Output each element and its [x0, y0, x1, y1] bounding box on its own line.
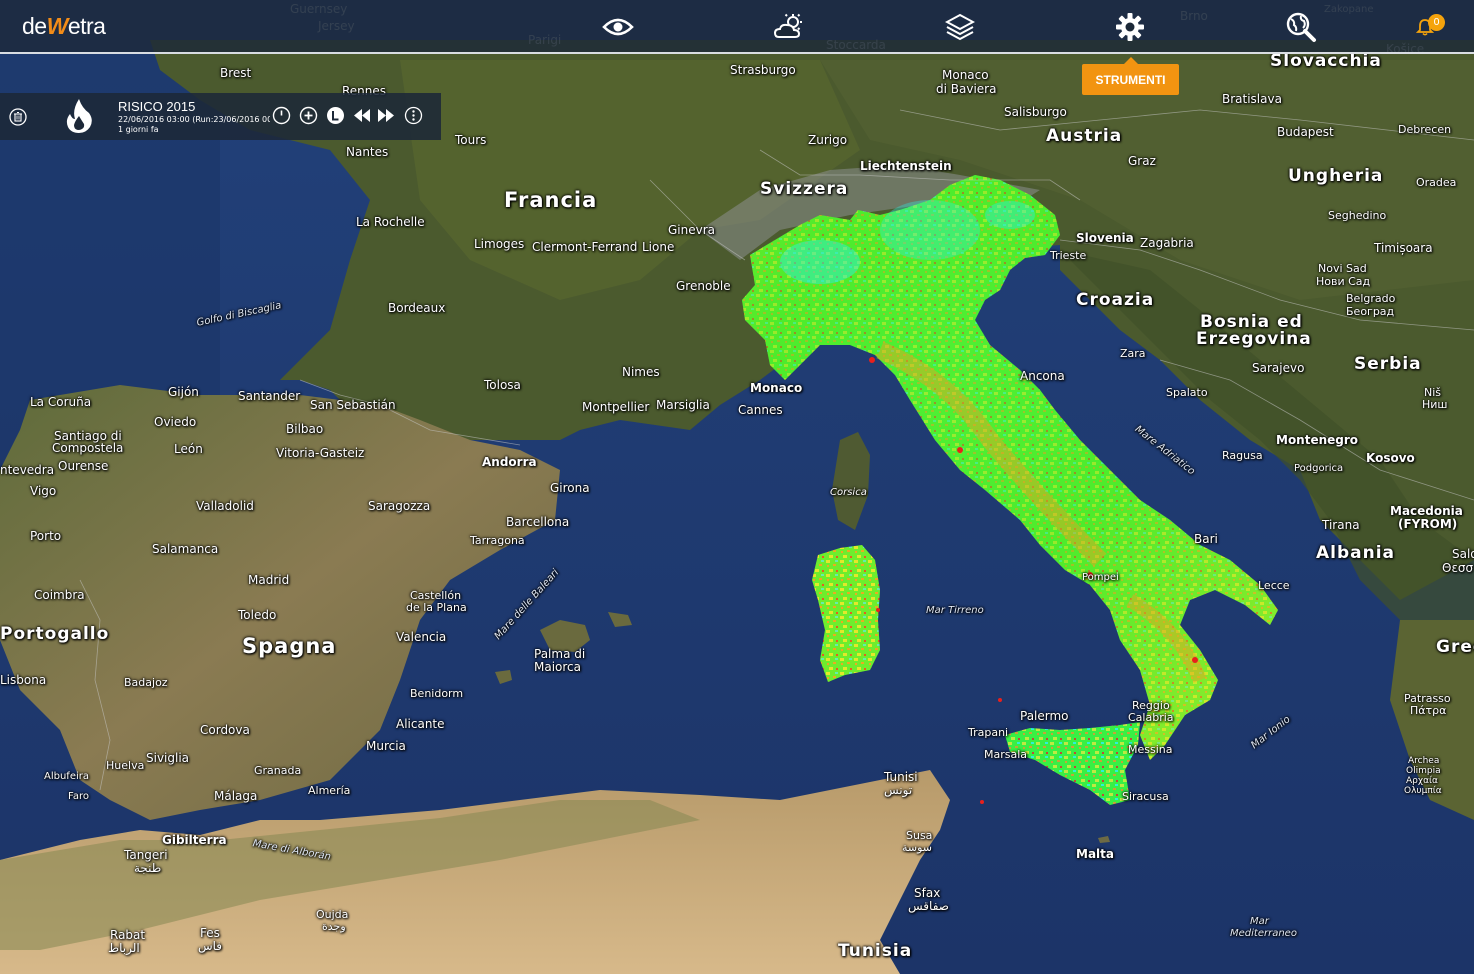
logo-w: W: [46, 13, 69, 39]
weather-cloud-sun-icon: [773, 13, 802, 38]
notification-count-badge: 0: [1428, 14, 1445, 31]
tools-button[interactable]: [1112, 9, 1148, 45]
logo-prefix: de: [22, 13, 47, 39]
tools-tooltip: STRUMENTI: [1082, 57, 1179, 95]
dewetra-logo[interactable]: deWetra: [22, 13, 106, 40]
map-canvas[interactable]: Guernsey Jersey Parigi Stoccarda Brno Za…: [0, 0, 1474, 974]
layers-button[interactable]: [942, 9, 978, 45]
eye-icon: [602, 18, 634, 36]
more-options-icon[interactable]: [404, 106, 423, 125]
satellite-basemap: [0, 0, 1474, 974]
trash-icon[interactable]: [9, 108, 27, 126]
active-layer-panel: RISICO 2015 22/06/2016 03:00 (Run:23/06/…: [0, 93, 441, 140]
zoom-in-icon[interactable]: [299, 106, 318, 125]
globe-search-icon: [1286, 12, 1316, 42]
globe-search-button[interactable]: [1283, 9, 1319, 45]
layer-title: RISICO 2015: [118, 99, 196, 114]
eye-button[interactable]: [600, 9, 636, 45]
legend-icon[interactable]: [326, 106, 345, 125]
rewind-icon[interactable]: [352, 106, 372, 125]
layer-age: 1 giorni fa: [118, 125, 159, 134]
layers-icon: [945, 13, 975, 41]
logo-suffix: etra: [67, 13, 106, 39]
top-navigation-bar: deWetra 0: [0, 0, 1474, 54]
weather-button[interactable]: [771, 9, 807, 45]
power-icon[interactable]: [272, 106, 291, 125]
layer-date: 22/06/2016 03:00 (Run:23/06/2016 00:00): [118, 115, 270, 124]
fire-icon: [66, 99, 92, 133]
gear-icon: [1116, 13, 1144, 41]
fast-forward-icon[interactable]: [376, 106, 396, 125]
